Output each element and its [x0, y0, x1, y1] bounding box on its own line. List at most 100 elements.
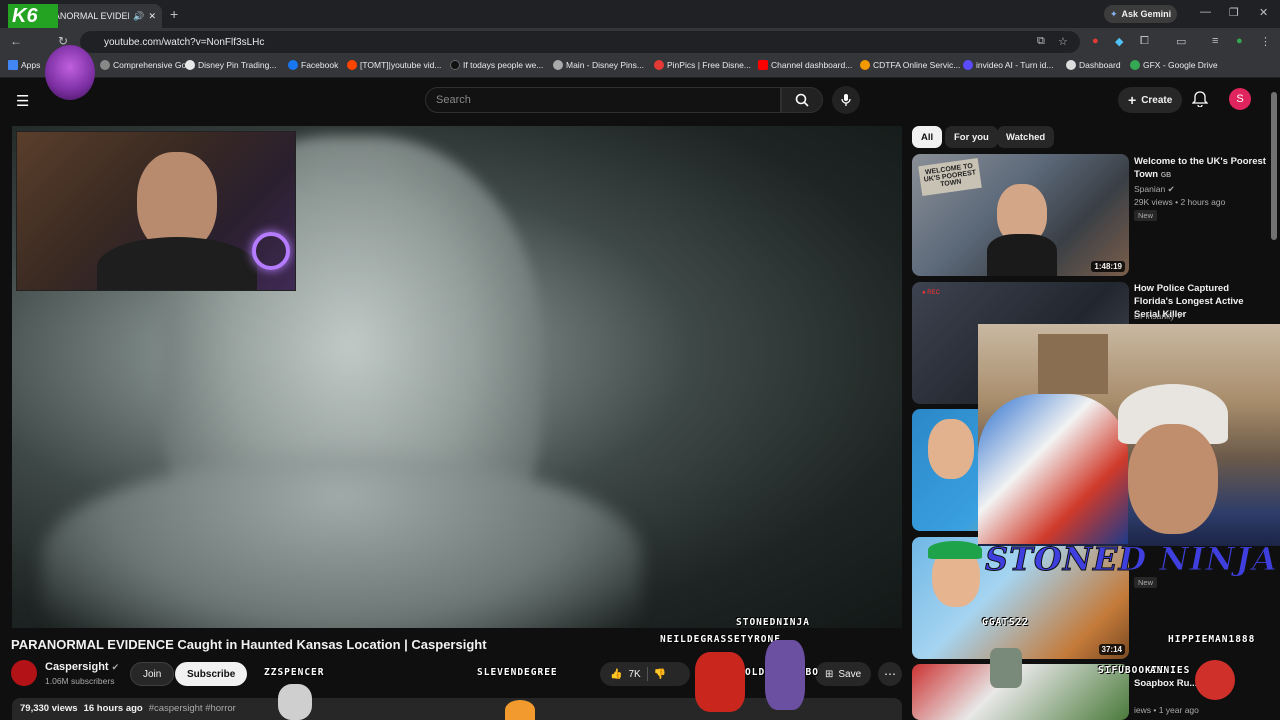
rec-meta: 29K views • 2 hours ago: [1134, 197, 1226, 207]
upload-age: 16 hours ago: [83, 703, 143, 714]
bookmark-item[interactable]: PinPics | Free Disne...: [654, 60, 751, 70]
ask-gemini-button[interactable]: ✦ Ask Gemini: [1104, 5, 1178, 23]
tiktok-icon: [450, 60, 460, 70]
rec-channel[interactable]: Spanian ✔: [1134, 184, 1175, 195]
voice-search-button[interactable]: [832, 86, 860, 114]
split-view-icon[interactable]: ▭: [1176, 35, 1186, 48]
video-title: PARANORMAL EVIDENCE Caught in Haunted Ka…: [11, 637, 487, 652]
chat-name: SLEVENDEGREE: [477, 667, 558, 678]
rec-label: ● REC: [922, 290, 940, 296]
window-close-icon[interactable]: ✕: [1259, 6, 1268, 19]
thumbnail-cap: [928, 541, 982, 559]
bookmark-label: Comprehensive Gol...: [113, 60, 196, 70]
bookmark-item[interactable]: Disney Pin Trading...: [185, 60, 276, 70]
bookmark-item[interactable]: GFX - Google Drive: [1130, 60, 1218, 70]
rec-title[interactable]: Welcome to the UK's Poorest Town GB: [1134, 155, 1266, 182]
bookmark-label: Dashboard: [1079, 60, 1121, 70]
bookmark-label: PinPics | Free Disne...: [667, 60, 751, 70]
rec-meta: iews • 1 year ago: [1134, 705, 1199, 715]
neon-ring-light: [252, 232, 290, 270]
extension-blue-icon[interactable]: ◆: [1115, 35, 1123, 48]
profile-extension-icon[interactable]: ●: [1236, 35, 1243, 47]
streamer-body: [97, 237, 257, 290]
verified-icon: ✔: [111, 662, 120, 672]
create-button[interactable]: + Create: [1118, 87, 1183, 113]
subscribe-button[interactable]: Subscribe: [175, 662, 248, 686]
maximize-icon[interactable]: ❐: [1229, 6, 1239, 19]
bookmark-item[interactable]: invideo AI - Turn id...: [963, 60, 1053, 70]
verified-icon: ✔: [1167, 184, 1175, 194]
speaker-icon[interactable]: 🔊: [133, 11, 144, 22]
back-icon[interactable]: ←: [10, 34, 22, 48]
bookmark-item[interactable]: Facebook: [288, 60, 338, 70]
divider: [646, 667, 648, 681]
background-cabinet: [1038, 334, 1108, 394]
bookmark-label: CDTFA Online Servic...: [873, 60, 961, 70]
bookmark-item[interactable]: Main - Disney Pins...: [553, 60, 644, 70]
chat-name: HIPPIEMAN1888: [1168, 634, 1256, 645]
bookmark-label: Channel dashboard...: [771, 60, 853, 70]
bookmark-item[interactable]: [TOMT]|youtube vid...: [347, 60, 441, 70]
bookmark-item[interactable]: Channel dashboard...: [758, 60, 852, 70]
streamer-name-overlay: STONED NINJA: [985, 540, 1278, 579]
notifications-icon[interactable]: [1191, 91, 1209, 112]
rec-thumbnail[interactable]: WELCOME TO UK'S POOREST TOWN 1:48:19: [912, 154, 1129, 276]
dashboard-icon: [1066, 60, 1076, 70]
channel-name[interactable]: Caspersight ✔: [45, 661, 119, 673]
channel-avatar[interactable]: [11, 660, 37, 686]
search-button[interactable]: [781, 87, 823, 113]
bookmark-label: If todays people we...: [463, 60, 544, 70]
chip-watched[interactable]: Watched: [997, 126, 1055, 148]
join-button[interactable]: Join: [130, 662, 175, 686]
search-icon: [795, 93, 809, 107]
extension-red-icon[interactable]: ●: [1092, 35, 1099, 47]
disney-icon: [185, 60, 195, 70]
browser-menu-icon[interactable]: ⋮: [1260, 35, 1271, 48]
verified-icon: ✔: [1177, 311, 1185, 321]
bookmark-item[interactable]: Apps: [8, 60, 40, 70]
bookmark-item[interactable]: Dashboard: [1066, 60, 1121, 70]
streamer-face: [1128, 424, 1218, 534]
youtube-header: ☰ Search + Create S: [0, 78, 1280, 122]
google-drive-icon: [1130, 60, 1140, 70]
thumbnail-body: [987, 234, 1057, 276]
search-input[interactable]: Search: [425, 87, 781, 113]
minimize-icon[interactable]: —: [1200, 6, 1211, 18]
thumbs-up-icon[interactable]: 👍: [610, 669, 622, 680]
new-badge: New: [1134, 577, 1158, 588]
chip-for-you[interactable]: For you: [945, 126, 998, 148]
view-count: 79,330 views: [20, 703, 78, 714]
scrollbar-thumb[interactable]: [1271, 92, 1277, 240]
hashtags: #caspersight #horror: [148, 703, 236, 714]
install-icon[interactable]: ⧉: [1037, 35, 1045, 48]
hamburger-menu-icon[interactable]: ☰: [16, 92, 29, 110]
chat-name: ANNIES: [1150, 665, 1191, 676]
more-actions-button[interactable]: ⋯: [878, 662, 902, 686]
address-bar[interactable]: youtube.com/watch?v=NonFlf3sLHc: [80, 31, 1080, 53]
chat-avatar-sprite: [1195, 660, 1235, 700]
new-badge: New: [1134, 210, 1158, 221]
ask-gemini-label: Ask Gemini: [1121, 9, 1172, 19]
bookmark-star-icon[interactable]: ☆: [1058, 35, 1068, 48]
new-tab-icon[interactable]: +: [170, 6, 178, 22]
rec-channel[interactable]: Dr Insanity ✔: [1134, 311, 1184, 322]
save-button[interactable]: ⊞ Save: [815, 662, 872, 686]
chat-avatar-sprite: [278, 684, 312, 720]
chat-avatar-sprite: [505, 700, 535, 720]
chat-avatar-sprite: [695, 652, 745, 712]
youtube-icon: [758, 60, 768, 70]
extensions-icon[interactable]: ⧠: [1140, 35, 1149, 48]
chat-avatar-sprite: [990, 648, 1022, 688]
microphone-icon: [841, 94, 851, 106]
bookmark-item[interactable]: If todays people we...: [450, 60, 543, 70]
chat-name: ZZSPENCER: [264, 667, 325, 678]
account-avatar[interactable]: S: [1229, 88, 1251, 110]
bookmark-item[interactable]: CDTFA Online Servic...: [860, 60, 960, 70]
chip-all[interactable]: All: [912, 126, 943, 148]
plus-icon: +: [1128, 92, 1137, 108]
thumbs-down-icon[interactable]: 👎: [654, 669, 666, 680]
bookmark-item[interactable]: Comprehensive Gol...: [100, 60, 195, 70]
close-tab-icon[interactable]: ✕: [148, 11, 156, 22]
media-controls-icon[interactable]: ≡: [1212, 35, 1218, 47]
flag-label: GB: [1160, 172, 1172, 179]
